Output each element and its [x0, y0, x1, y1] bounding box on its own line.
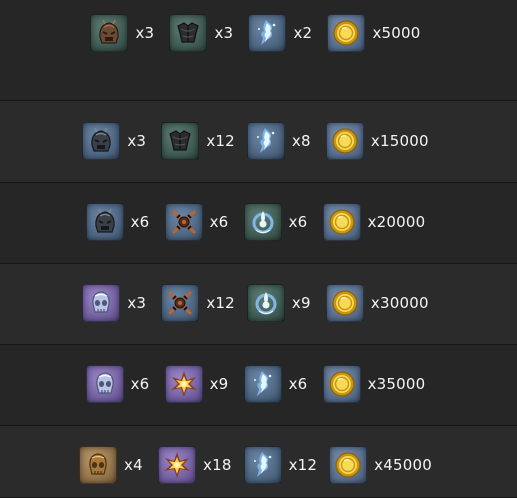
- gold-coin-icon[interactable]: [329, 446, 368, 484]
- reward-row: x6 x9 x6 x35000: [0, 345, 517, 426]
- reward-quantity: x12: [206, 294, 235, 312]
- reward-quantity: x18: [203, 456, 232, 474]
- reward-item[interactable]: x8: [246, 122, 320, 160]
- reward-item[interactable]: x5000: [327, 14, 426, 52]
- reward-item[interactable]: x6: [85, 203, 159, 241]
- reward-row: x6 x6 x6 x20000: [0, 183, 517, 264]
- reward-quantity: x6: [130, 375, 150, 393]
- reward-quantity: x3: [127, 294, 147, 312]
- armor-icon[interactable]: [161, 122, 200, 160]
- reward-quantity: x9: [291, 294, 311, 312]
- gold-coin-icon[interactable]: [322, 203, 361, 241]
- reward-quantity: x6: [209, 213, 229, 231]
- reward-quantity: x4: [124, 456, 143, 474]
- reward-item[interactable]: x3: [82, 122, 155, 160]
- gold-coin-icon[interactable]: [327, 14, 366, 52]
- spirit-orb-icon[interactable]: [246, 284, 285, 322]
- reward-quantity: x8: [291, 132, 311, 150]
- gold-coin-icon[interactable]: [322, 365, 361, 403]
- reward-item[interactable]: x3: [82, 284, 155, 322]
- reward-item[interactable]: x15000: [325, 122, 435, 160]
- reward-quantity: x30000: [370, 294, 429, 312]
- spirit-crystal-icon[interactable]: [243, 446, 282, 484]
- reward-item[interactable]: x18: [158, 446, 238, 484]
- reward-item[interactable]: x12: [161, 122, 241, 160]
- reward-item[interactable]: x3: [169, 14, 242, 52]
- reward-item[interactable]: x6: [243, 365, 317, 403]
- reward-quantity: x35000: [367, 375, 426, 393]
- reward-quantity: x6: [130, 213, 150, 231]
- reward-quantity: x20000: [367, 213, 426, 231]
- reward-quantity: x6: [288, 375, 308, 393]
- reward-row: x3 x12 x8 x15000: [0, 101, 517, 183]
- reward-item[interactable]: x45000: [329, 446, 438, 484]
- gold-coin-icon[interactable]: [325, 122, 364, 160]
- armor-icon[interactable]: [169, 14, 208, 52]
- skull-helmet-icon[interactable]: [82, 284, 121, 322]
- helmet-icon[interactable]: [85, 203, 124, 241]
- reward-item[interactable]: x9: [246, 284, 320, 322]
- reward-item[interactable]: x2: [248, 14, 321, 52]
- reward-item[interactable]: x3: [90, 14, 163, 52]
- reward-quantity: x3: [214, 24, 234, 42]
- reward-row: x3 x3 x2 x5000: [0, 0, 517, 101]
- reward-quantity: x2: [293, 24, 313, 42]
- skull-helmet-icon[interactable]: [79, 446, 118, 484]
- helmet-icon[interactable]: [90, 14, 129, 52]
- reward-item[interactable]: x6: [85, 365, 159, 403]
- reward-quantity: x6: [288, 213, 308, 231]
- reward-item[interactable]: x6: [164, 203, 238, 241]
- reward-quantity: x15000: [370, 132, 429, 150]
- burst-icon[interactable]: [164, 365, 203, 403]
- reward-item[interactable]: x20000: [322, 203, 432, 241]
- reward-item[interactable]: x12: [243, 446, 324, 484]
- reward-quantity: x3: [135, 24, 155, 42]
- reward-row: x3 x12 x9 x30000: [0, 264, 517, 345]
- crossed-blades-icon[interactable]: [161, 284, 200, 322]
- reward-quantity: x12: [206, 132, 235, 150]
- crossed-blades-icon[interactable]: [164, 203, 203, 241]
- reward-item[interactable]: x35000: [322, 365, 432, 403]
- reward-quantity: x3: [127, 132, 147, 150]
- reward-item[interactable]: x6: [243, 203, 317, 241]
- spirit-orb-icon[interactable]: [243, 203, 282, 241]
- reward-item[interactable]: x9: [164, 365, 238, 403]
- spirit-crystal-icon[interactable]: [246, 122, 285, 160]
- reward-item[interactable]: x4: [79, 446, 152, 484]
- spirit-crystal-icon[interactable]: [243, 365, 282, 403]
- burst-icon[interactable]: [158, 446, 197, 484]
- reward-item[interactable]: x12: [161, 284, 241, 322]
- spirit-crystal-icon[interactable]: [248, 14, 287, 52]
- reward-quantity: x45000: [374, 456, 432, 474]
- reward-quantity: x5000: [372, 24, 421, 42]
- gold-coin-icon[interactable]: [325, 284, 364, 322]
- reward-row: x4 x18 x12 x45000: [0, 426, 517, 498]
- skull-helmet-icon[interactable]: [85, 365, 124, 403]
- helmet-icon[interactable]: [82, 122, 121, 160]
- rewards-table: x3 x3 x2 x5000 x3 x12 x8 x15000 x6 x6 x6…: [0, 0, 517, 498]
- reward-item[interactable]: x30000: [325, 284, 435, 322]
- reward-quantity: x12: [288, 456, 318, 474]
- reward-quantity: x9: [209, 375, 229, 393]
